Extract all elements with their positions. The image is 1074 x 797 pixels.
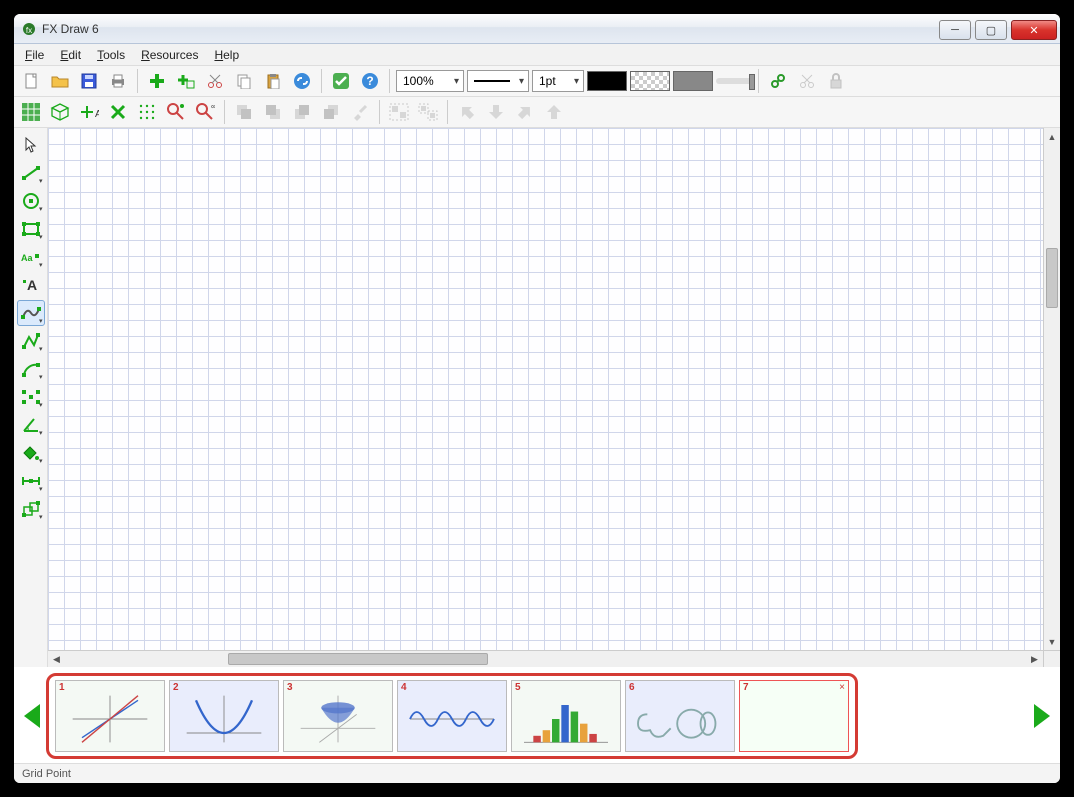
rotate-u-icon[interactable] (541, 99, 567, 125)
app-window: fx FX Draw 6 ─ ▢ ✕ File Edit Tools Resou… (14, 14, 1060, 783)
brush-icon[interactable] (347, 99, 373, 125)
select-tool[interactable] (17, 132, 45, 158)
polyline-tool[interactable] (17, 328, 45, 354)
open-folder-icon[interactable] (47, 68, 73, 94)
toolbar-secondary: A ∞ (14, 97, 1060, 128)
fill-color-swatch[interactable] (673, 71, 713, 91)
horizontal-scrollbar[interactable]: ◀▶ (48, 650, 1043, 667)
rotate-l-icon[interactable] (454, 99, 480, 125)
close-button[interactable]: ✕ (1011, 20, 1057, 40)
constraint-b-icon[interactable]: ∞ (192, 99, 218, 125)
thumbs-next-button[interactable] (1034, 704, 1050, 728)
menu-edit[interactable]: Edit (53, 46, 88, 64)
page-thumbnail-bar: 1 2 3 (14, 667, 1060, 763)
ungroup-icon[interactable] (415, 99, 441, 125)
svg-text:A: A (95, 109, 99, 120)
layer-f2-icon[interactable] (289, 99, 315, 125)
zoom-dropdown[interactable]: 100% (396, 70, 464, 92)
rotate-r-icon[interactable] (512, 99, 538, 125)
svg-text:Aa: Aa (21, 253, 33, 263)
main-area: Aa A ▲▼ ◀▶ (14, 128, 1060, 667)
rotate-d-icon[interactable] (483, 99, 509, 125)
constraint-a-icon[interactable] (163, 99, 189, 125)
line-style-dropdown[interactable] (467, 70, 529, 92)
line-weight-dropdown[interactable]: 1pt (532, 70, 584, 92)
check-icon[interactable] (328, 68, 354, 94)
cut-icon[interactable] (202, 68, 228, 94)
cut2-icon[interactable] (794, 68, 820, 94)
layer-b2-icon[interactable] (260, 99, 286, 125)
fill-tool[interactable] (17, 440, 45, 466)
grid-icon[interactable] (18, 99, 44, 125)
text-tool[interactable]: A (17, 272, 45, 298)
rect-tool[interactable] (17, 216, 45, 242)
new-file-icon[interactable] (18, 68, 44, 94)
titlebar: fx FX Draw 6 ─ ▢ ✕ (14, 14, 1060, 44)
measure-tool[interactable] (17, 468, 45, 494)
arc-tool[interactable] (17, 356, 45, 382)
vertical-scrollbar[interactable]: ▲▼ (1043, 128, 1060, 650)
paste-icon[interactable] (260, 68, 286, 94)
thumbnail-7[interactable]: 7 × (739, 680, 849, 752)
thumbnail-6[interactable]: 6 (625, 680, 735, 752)
thumbnail-2[interactable]: 2 (169, 680, 279, 752)
thumbnail-5[interactable]: 5 (511, 680, 621, 752)
link-icon[interactable] (289, 68, 315, 94)
scroll-corner (1043, 650, 1060, 667)
line-tool[interactable] (17, 160, 45, 186)
thumbnail-strip: 1 2 3 (46, 673, 858, 759)
lock-icon[interactable] (823, 68, 849, 94)
fill-none-swatch[interactable] (630, 71, 670, 91)
menu-tools[interactable]: Tools (90, 46, 132, 64)
tool-palette: Aa A (14, 128, 48, 667)
add-to-axis-icon[interactable]: A (76, 99, 102, 125)
thumbnail-1[interactable]: 1 (55, 680, 165, 752)
angle-tool[interactable] (17, 412, 45, 438)
close-icon[interactable]: × (839, 682, 845, 693)
statusbar: Grid Point (14, 763, 1060, 783)
opacity-slider[interactable] (716, 78, 752, 84)
thumbnail-3[interactable]: 3 (283, 680, 393, 752)
menu-resources[interactable]: Resources (134, 46, 205, 64)
circle-tool[interactable] (17, 188, 45, 214)
help-icon[interactable]: ? (357, 68, 383, 94)
drawing-canvas[interactable] (48, 128, 1043, 650)
svg-text:fx: fx (26, 26, 32, 35)
add-plus-icon[interactable] (144, 68, 170, 94)
window-title: FX Draw 6 (42, 22, 99, 36)
print-icon[interactable] (105, 68, 131, 94)
app-icon: fx (20, 20, 38, 38)
svg-text:A: A (27, 277, 37, 293)
3d-grid-icon[interactable] (47, 99, 73, 125)
thumbs-prev-button[interactable] (24, 704, 40, 728)
transform-tool[interactable] (17, 496, 45, 522)
svg-text:∞: ∞ (211, 102, 215, 111)
canvas-container: ▲▼ ◀▶ (48, 128, 1060, 667)
menubar: File Edit Tools Resources Help (14, 44, 1060, 66)
x-green-icon[interactable] (105, 99, 131, 125)
layer-back-icon[interactable] (231, 99, 257, 125)
link-tool-icon[interactable] (765, 68, 791, 94)
label-tool[interactable]: Aa (17, 244, 45, 270)
curve-tool[interactable] (17, 300, 45, 326)
status-text: Grid Point (22, 768, 71, 780)
points-tool[interactable] (17, 384, 45, 410)
group-icon[interactable] (386, 99, 412, 125)
stroke-color-swatch[interactable] (587, 71, 627, 91)
toolbar-main: ? 100% 1pt (14, 66, 1060, 97)
save-icon[interactable] (76, 68, 102, 94)
thumbnail-4[interactable]: 4 (397, 680, 507, 752)
layer-front-icon[interactable] (318, 99, 344, 125)
menu-help[interactable]: Help (207, 46, 246, 64)
dots-icon[interactable] (134, 99, 160, 125)
maximize-button[interactable]: ▢ (975, 20, 1007, 40)
svg-text:?: ? (366, 74, 373, 88)
minimize-button[interactable]: ─ (939, 20, 971, 40)
menu-file[interactable]: File (18, 46, 51, 64)
copy-icon[interactable] (231, 68, 257, 94)
add-plus2-icon[interactable] (173, 68, 199, 94)
